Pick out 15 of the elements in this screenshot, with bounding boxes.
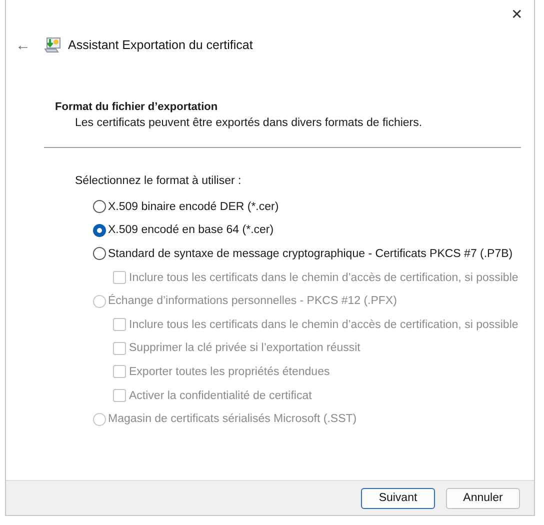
cancel-button[interactable]: Annuler <box>446 488 520 508</box>
radio-label[interactable]: X.509 binaire encodé DER (*.cer) <box>108 200 279 213</box>
certificate-icon <box>44 36 62 54</box>
radio-label[interactable]: Standard de syntaxe de message cryptographique - Certificats PKCS #7 (.P7B) <box>108 248 513 260</box>
radio-label[interactable]: X.509 encodé en base 64 (*.cer) <box>108 224 274 236</box>
section-title: Format du fichier d’exportation <box>55 100 219 115</box>
section-subtitle: Les certificats peuvent être exportés dans divers formats de fichiers. <box>74 116 424 131</box>
radio-button[interactable] <box>93 247 106 260</box>
radio-button[interactable] <box>93 200 106 214</box>
back-button[interactable]: ← <box>10 36 36 54</box>
prompt-label: Sélectionnez le format à utiliser : <box>75 174 242 189</box>
window-title: Assistant Exportation du certificat <box>68 38 253 52</box>
close-button[interactable]: ✕ <box>502 0 532 28</box>
next-button[interactable]: Suivant <box>361 488 435 508</box>
radio-button[interactable] <box>93 224 106 237</box>
